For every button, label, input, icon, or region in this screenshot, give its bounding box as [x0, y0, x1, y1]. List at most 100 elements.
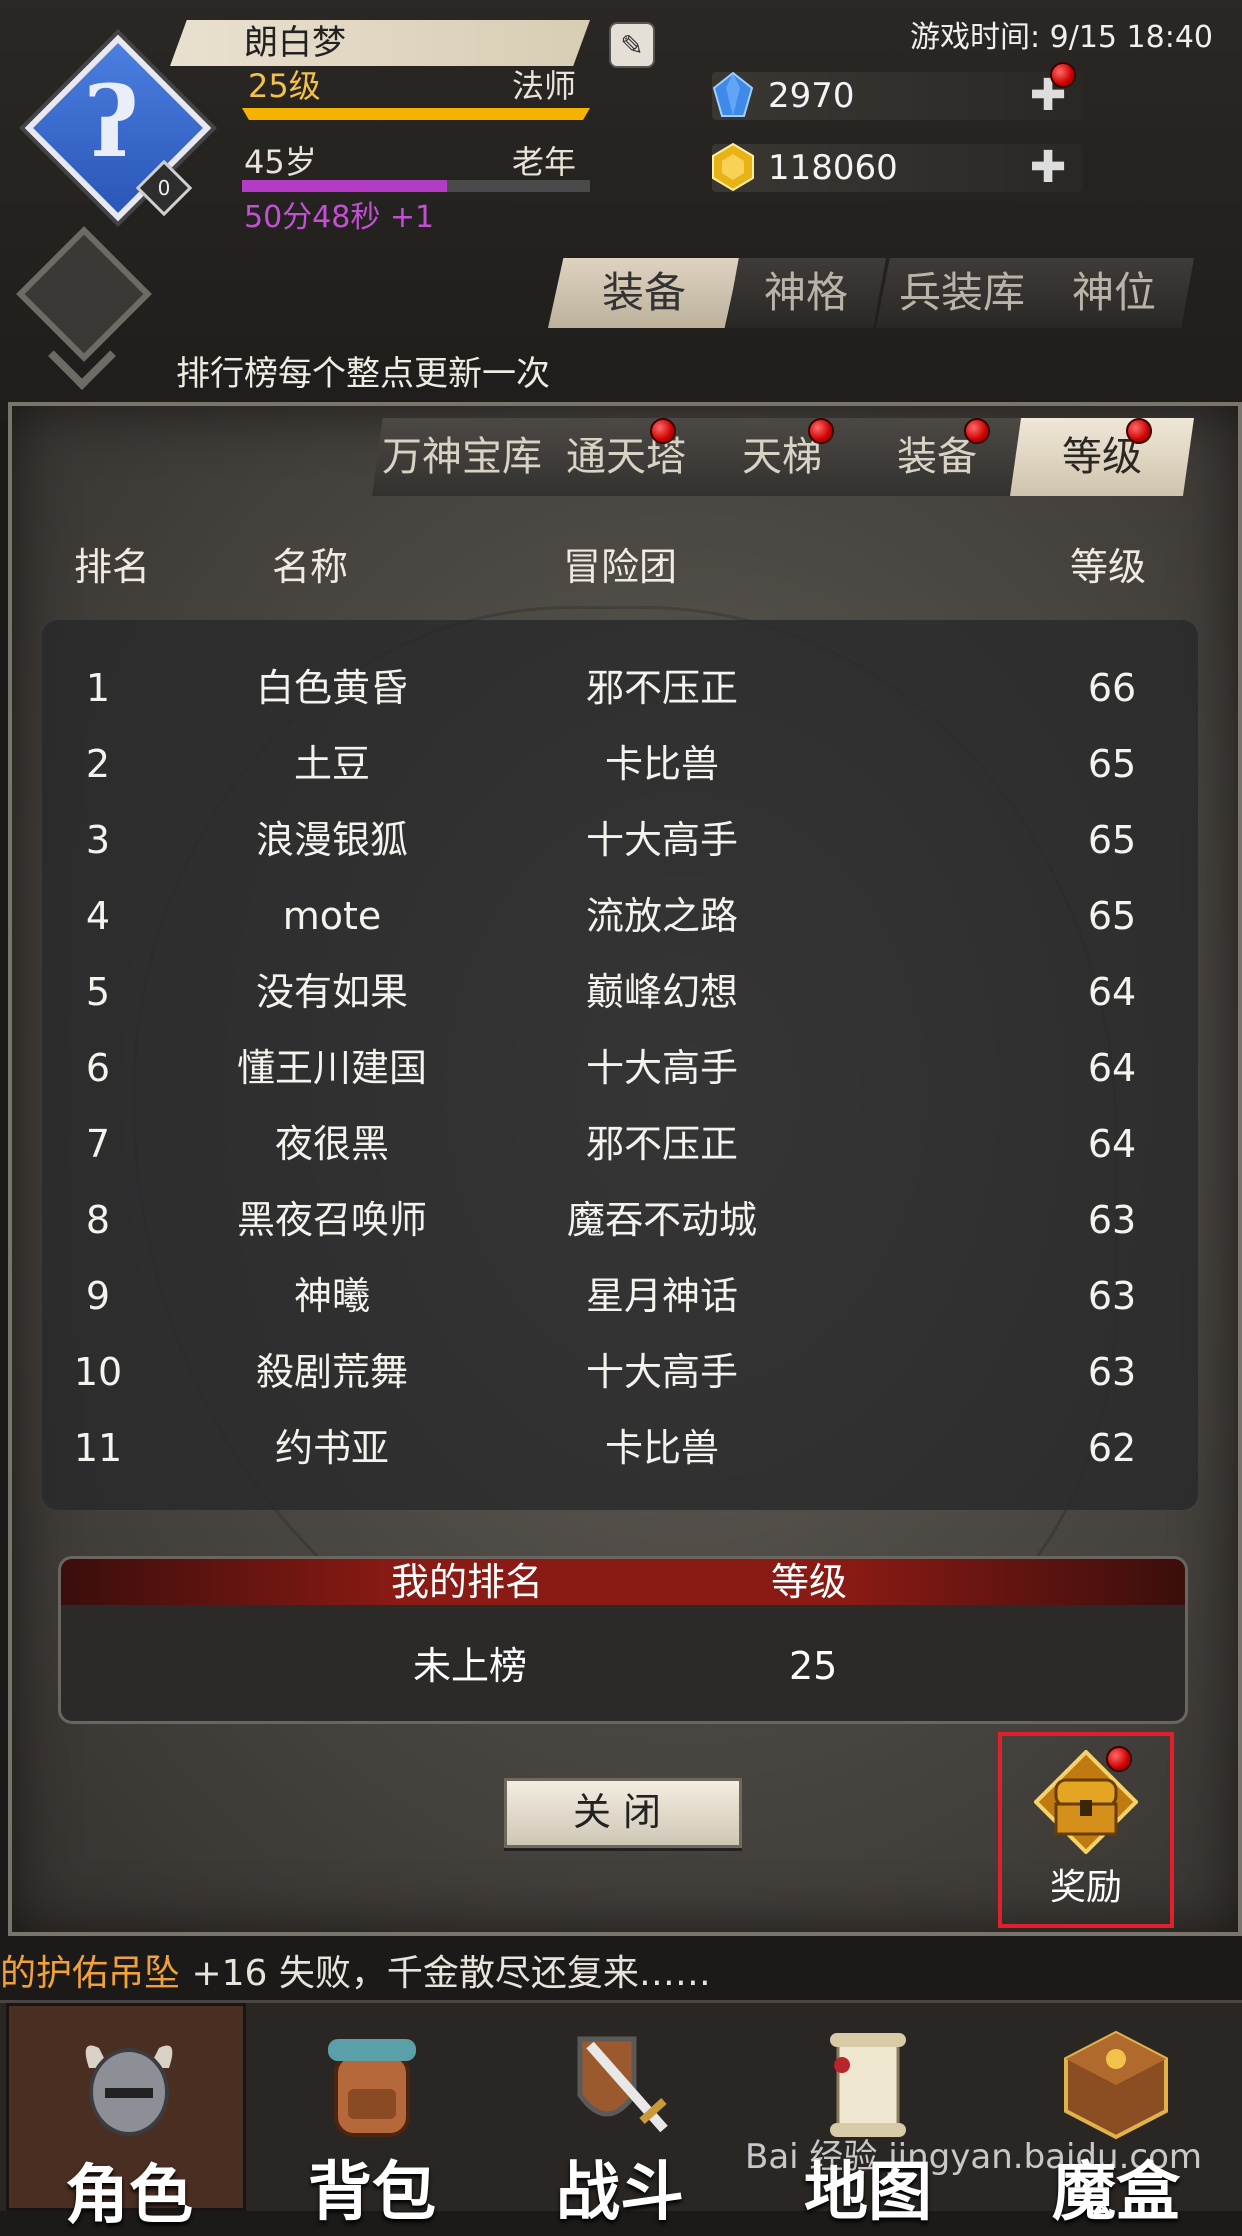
table-row[interactable]: 7 夜很黑 邪不压正 64: [42, 1106, 1198, 1182]
row-name: 黑夜召唤师: [236, 1198, 427, 1242]
row-name: 浪漫银狐: [255, 818, 408, 862]
tab-ladder[interactable]: 天梯: [700, 418, 864, 496]
row-guild: 十大高手: [585, 1350, 738, 1394]
add-gold-button[interactable]: ✚: [1028, 146, 1068, 190]
row-rank: 10: [73, 1350, 123, 1394]
age-timer: 50分48秒 +1: [244, 200, 435, 235]
player-age: 45岁: [244, 143, 317, 181]
row-level: 62: [1087, 1426, 1137, 1470]
table-row[interactable]: 1 白色黄昏 邪不压正 66: [42, 650, 1198, 726]
row-rank: 11: [73, 1426, 123, 1470]
reward-button[interactable]: 奖励: [998, 1732, 1174, 1928]
column-header-rank: 排名: [73, 545, 150, 589]
helmet-icon: [85, 2045, 173, 2136]
bottom-navigation: 角色 背包 战斗 地图 魔盒: [0, 2000, 1242, 2233]
row-guild: 星月神话: [585, 1274, 738, 1318]
tab-label: 装备: [601, 268, 686, 317]
tab-divine-seat[interactable]: 神位: [1034, 258, 1194, 328]
tab-equipment[interactable]: 装备: [548, 258, 740, 328]
player-name: 朗白梦: [244, 23, 346, 63]
row-level: 63: [1087, 1198, 1137, 1242]
row-rank: 7: [85, 1122, 111, 1166]
sword-shield-icon: [577, 2036, 668, 2133]
row-level: 65: [1087, 894, 1137, 938]
tab-level-rank[interactable]: 等级: [1010, 418, 1194, 496]
row-level: 63: [1087, 1350, 1137, 1394]
table-row[interactable]: 11 约书亚 卡比兽 62: [42, 1410, 1198, 1486]
tab-godhood[interactable]: 神格: [726, 258, 886, 328]
row-level: 64: [1087, 970, 1137, 1014]
log-message: +16 失败，千金散尽还复来……: [180, 1953, 711, 1994]
row-guild: 魔吞不动城: [566, 1198, 757, 1242]
diamond-counter: 2970 ✚: [712, 62, 1082, 120]
backpack-icon: [328, 2039, 416, 2137]
row-rank: 4: [85, 894, 111, 938]
table-row[interactable]: 2 土豆 卡比兽 65: [42, 726, 1198, 802]
player-class: 法师: [512, 67, 577, 105]
watermark: Bai 经验 jingyan.baidu.com: [745, 2137, 1202, 2177]
table-row[interactable]: 9 神曦 星月神话 63: [42, 1258, 1198, 1334]
notification-dot: [1126, 418, 1152, 444]
ranking-notice: 排行榜每个整点更新一次: [176, 354, 550, 394]
row-guild: 卡比兽: [604, 742, 719, 786]
row-level: 64: [1087, 1122, 1137, 1166]
row-name: 殺剧荒舞: [255, 1350, 408, 1394]
row-rank: 3: [85, 818, 111, 862]
nav-magic-box[interactable]: 魔盒: [996, 2003, 1236, 2230]
event-log-line: 的护佑吊坠 +16 失败，千金散尽还复来……: [0, 1944, 711, 1996]
table-row[interactable]: 10 殺剧荒舞 十大高手 63: [42, 1334, 1198, 1410]
table-row[interactable]: 4 mote 流放之路 65: [42, 878, 1198, 954]
level-progress-bar: [242, 108, 590, 120]
row-guild: 卡比兽: [604, 1426, 719, 1470]
table-row[interactable]: 3 浪漫银狐 十大高手 65: [42, 802, 1198, 878]
gold-coin-icon: [712, 142, 754, 192]
game-time: 游戏时间: 9/15 18:40: [910, 20, 1214, 55]
close-button[interactable]: 关闭: [504, 1778, 742, 1848]
age-progress-fill: [242, 180, 447, 192]
row-rank: 1: [85, 666, 111, 710]
notification-dot: [808, 418, 834, 444]
tab-equipment-rank[interactable]: 装备: [852, 418, 1022, 496]
nav-map[interactable]: 地图: [748, 2003, 988, 2230]
table-row[interactable]: 5 没有如果 巅峰幻想 64: [42, 954, 1198, 1030]
row-rank: 8: [85, 1198, 111, 1242]
tab-pantheon-vault[interactable]: 万神宝库: [372, 418, 552, 496]
row-name: 土豆: [293, 742, 370, 786]
row-guild: 巅峰幻想: [585, 970, 738, 1014]
row-name: 懂王川建国: [236, 1046, 427, 1090]
tab-label: 兵装库: [898, 268, 1025, 317]
tab-sky-tower[interactable]: 通天塔: [540, 418, 712, 496]
tab-label: 天梯: [742, 434, 822, 480]
player-name-plate: 朗白梦: [170, 20, 590, 66]
nav-character[interactable]: 角色: [6, 2003, 246, 2233]
row-name: mote: [282, 894, 382, 938]
my-rank-panel: 我的排名 等级 未上榜 25: [58, 1556, 1188, 1724]
scroll-map-icon: [830, 2033, 906, 2137]
nav-battle[interactable]: 战斗: [500, 2003, 740, 2230]
row-rank: 9: [85, 1274, 111, 1318]
tab-label: 神格: [763, 268, 848, 317]
row-level: 65: [1087, 742, 1137, 786]
diamond-amount: 2970: [768, 76, 855, 116]
row-guild: 邪不压正: [585, 1122, 738, 1166]
reward-label: 奖励: [1049, 1867, 1122, 1908]
my-rank-header: [61, 1559, 1185, 1605]
edit-name-button[interactable]: ✎: [609, 22, 655, 68]
table-row[interactable]: 8 黑夜召唤师 魔吞不动城 63: [42, 1182, 1198, 1258]
age-stage: 老年: [512, 143, 577, 181]
nav-label: 角色: [65, 2159, 193, 2233]
tab-armory[interactable]: 兵装库: [876, 258, 1048, 328]
column-header-name: 名称: [271, 545, 348, 589]
row-name: 神曦: [293, 1274, 370, 1318]
player-level: 25级: [248, 67, 321, 105]
table-row[interactable]: 6 懂王川建国 十大高手 64: [42, 1030, 1198, 1106]
nav-backpack[interactable]: 背包: [252, 2003, 492, 2230]
rank-emblem-icon[interactable]: [16, 226, 152, 390]
column-header-guild: 冒险团: [562, 545, 677, 589]
tab-label: 神位: [1071, 268, 1156, 317]
row-rank: 2: [85, 742, 111, 786]
row-name: 没有如果: [255, 970, 408, 1014]
row-guild: 邪不压正: [585, 666, 738, 710]
row-level: 66: [1087, 666, 1137, 710]
nav-label: 背包: [308, 2156, 436, 2230]
